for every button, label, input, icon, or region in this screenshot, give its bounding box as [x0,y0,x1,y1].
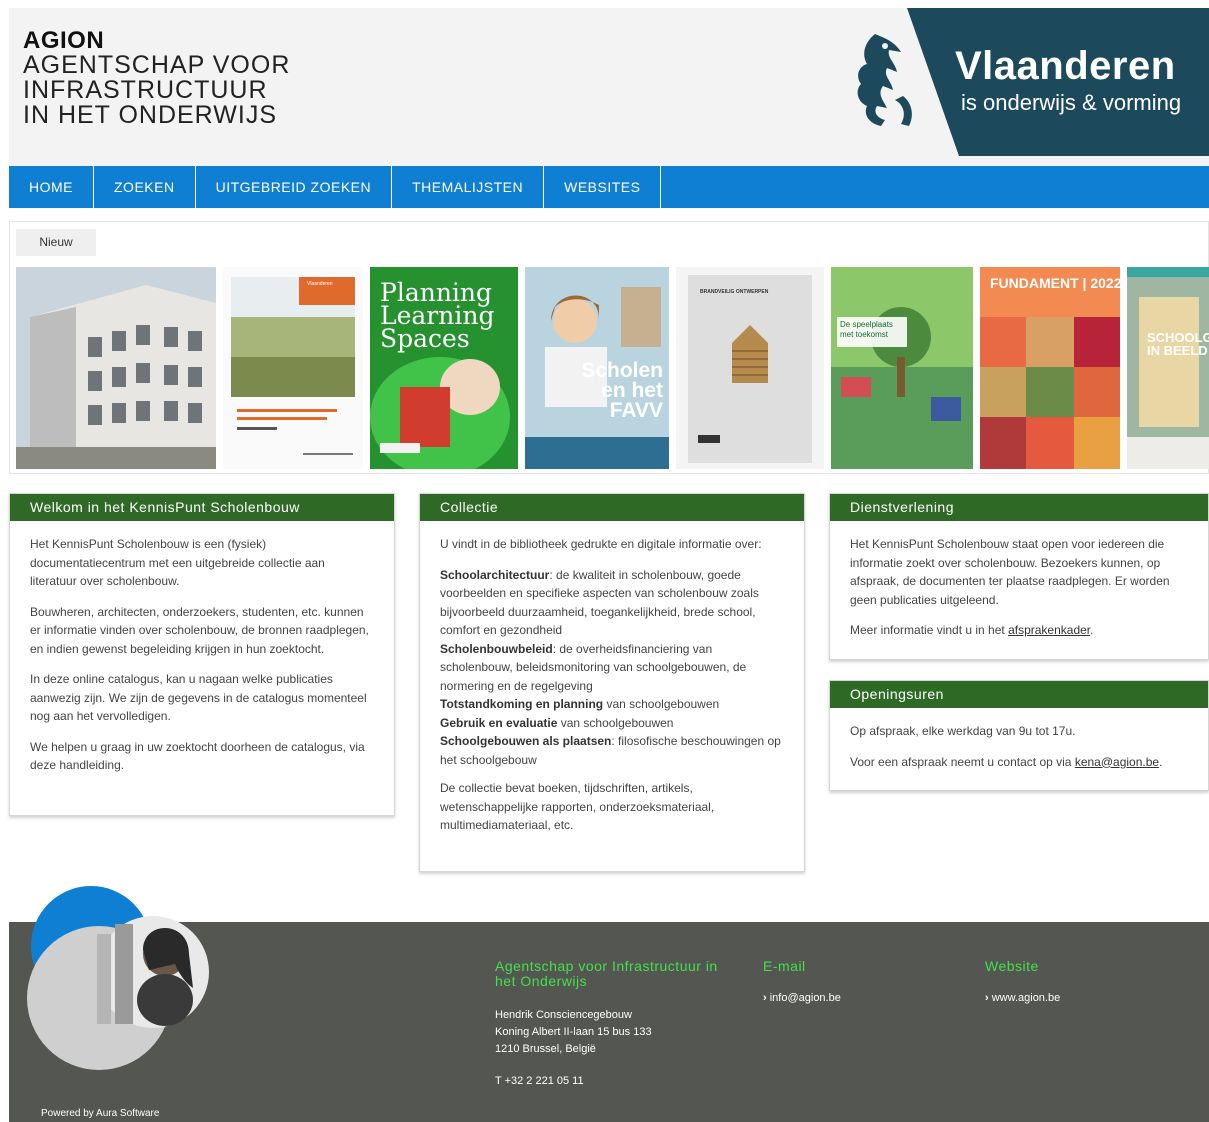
nav-home[interactable]: HOME [9,166,94,208]
cover-schoolgebouw-in-beeld[interactable]: SCHOOLGEBOUW IN BEELD [1127,267,1209,469]
powered-by[interactable]: Powered by Aura Software [41,1108,159,1119]
logo-line-3: IN HET ONDERWIJS [23,101,277,129]
cover-planning-learning-spaces[interactable]: Planning Learning Spaces [370,267,518,469]
nav-themalijsten[interactable]: THEMALIJSTEN [392,166,545,208]
cover-title: Planning Learning Spaces [380,278,495,353]
welcome-paragraph: Bouwheren, architecten, onderzoekers, st… [30,604,369,656]
nav-uitgebreid-zoeken[interactable]: UITGEBREID ZOEKEN [196,166,393,208]
collectie-term: Totstandkoming en planning [440,697,604,711]
footer-address-2: Koning Albert II-laan 15 bus 133 [495,1026,652,1038]
flemish-lion-icon [857,34,912,126]
nav-zoeken[interactable]: ZOEKEN [94,166,196,208]
footer-email-link[interactable]: info@agion.be [770,992,841,1004]
dienst-panel: Dienstverlening Het KennisPunt Scholenbo… [829,493,1209,660]
collectie-term: Gebruik en evaluatie [440,715,558,730]
contact-suffix: . [1159,754,1163,769]
collectie-desc: van schoolgebouwen [557,715,674,730]
footer-email-title: E-mail [763,958,806,974]
footer-website-title: Website [985,958,1039,974]
collectie-outro: De collectie bevat boeken, tijdschriften… [440,781,715,832]
cover-title: BRANDVEILIG ONTWERPEN [700,289,769,295]
tab-nieuw[interactable]: Nieuw [16,229,96,256]
footer-address-1: Hendrik Consciencegebouw [495,1009,632,1021]
afsprakenkader-link[interactable]: afsprakenkader [1008,623,1090,637]
collectie-intro: U vindt in de bibliotheek gedrukte en di… [440,537,762,551]
welcome-title: Welkom in het KennisPunt Scholenbouw [10,494,394,521]
cover-brandveilig[interactable]: BRANDVEILIG ONTWERPEN [676,267,824,469]
brand-subtitle: is onderwijs & vorming [961,90,1182,115]
collectie-term: Schoolgebouwen als plaatsen [440,734,612,748]
contact-prefix: Voor een afspraak neemt u contact op via [850,754,1075,769]
welcome-panel: Welkom in het KennisPunt Scholenbouw Het… [9,493,395,816]
welcome-paragraph: In deze online catalogus, kan u nagaan w… [30,672,367,723]
footer-phone: T +32 2 221 05 11 [495,1075,584,1087]
footer-photo-graphic [27,886,209,1070]
footer-org-title: Agentschap voor Infrastructuur in het On… [495,958,718,989]
cover-title: SCHOOLGEBOUW IN BEELD [1147,330,1209,358]
cover-field[interactable]: Vlaanderen [223,267,363,469]
footer-website: Website › www.agion.be [985,959,1165,1007]
welcome-paragraph: Het KennisPunt Scholenbouw is een (fysie… [30,537,325,588]
new-publications: Nieuw Vlaanderen Planning Learning Space… [9,221,1209,474]
openingsuren-panel: Openingsuren Op afspraak, elke werkdag v… [829,680,1209,791]
collectie-desc: van schoolgebouwen [603,697,720,711]
collectie-term: Schoolarchitectuur [440,567,550,582]
openingsuren-hours: Op afspraak, elke werkdag van 9u tot 17u… [850,724,1076,738]
cover-fundament[interactable]: FUNDAMENT | 2022 [980,267,1120,469]
nav-websites[interactable]: WEBSITES [544,166,662,208]
footer-website-link[interactable]: www.agion.be [992,992,1061,1004]
cover-building[interactable] [16,267,216,469]
dienst-paragraph: Het KennisPunt Scholenbouw staat open vo… [850,537,1170,607]
brand-title: Vlaanderen [955,44,1176,88]
cover-carousel: Vlaanderen Planning Learning Spaces Scho… [16,267,1209,469]
dienst-more-prefix: Meer informatie vindt u in het [850,623,1009,637]
footer-org: Agentschap voor Infrastructuur in het On… [495,959,735,1090]
chevron-right-icon: › [985,992,989,1004]
contact-email-link[interactable]: kena@agion.be [1075,755,1159,769]
footer-address-3: 1210 Brussel, België [495,1043,596,1055]
cover-title: Scholen en het FAVV [581,359,663,422]
agion-logo[interactable]: AGION AGENTSCHAP VOOR INFRASTRUCTUUR IN … [23,28,290,128]
dienst-title: Dienstverlening [830,494,1208,521]
site-header: AGION AGENTSCHAP VOOR INFRASTRUCTUUR IN … [9,8,1209,166]
cover-title: FUNDAMENT | 2022 [990,275,1120,291]
collectie-title: Collectie [420,494,804,521]
main-nav: HOME ZOEKEN UITGEBREID ZOEKEN THEMALIJST… [9,166,1209,208]
cover-scholen-favv[interactable]: Scholen en het FAVV [525,267,669,469]
cover-speelplaats[interactable]: De speelplaats met toekomst [831,267,973,469]
logo-acronym: AGION [23,27,105,54]
openingsuren-title: Openingsuren [830,681,1208,708]
collectie-panel: Collectie U vindt in de bibliotheek gedr… [419,493,805,872]
logo-line-2: INFRASTRUCTUUR [23,76,268,104]
footer-email: E-mail › info@agion.be [763,959,943,1007]
logo-line-1: AGENTSCHAP VOOR [23,51,291,79]
dienst-more-suffix: . [1090,623,1094,637]
chevron-right-icon: › [763,992,767,1004]
cover-title: De speelplaats met toekomst [840,320,893,339]
vlaanderen-brand[interactable]: Vlaanderen is onderwijs & vorming [907,8,1209,156]
welcome-paragraph: We helpen u graag in uw zoektocht doorhe… [30,739,365,773]
collectie-term: Scholenbouwbeleid [440,641,553,656]
site-footer: Agentschap voor Infrastructuur in het On… [9,886,1209,1122]
cover-brand-label: Vlaanderen [307,281,333,287]
